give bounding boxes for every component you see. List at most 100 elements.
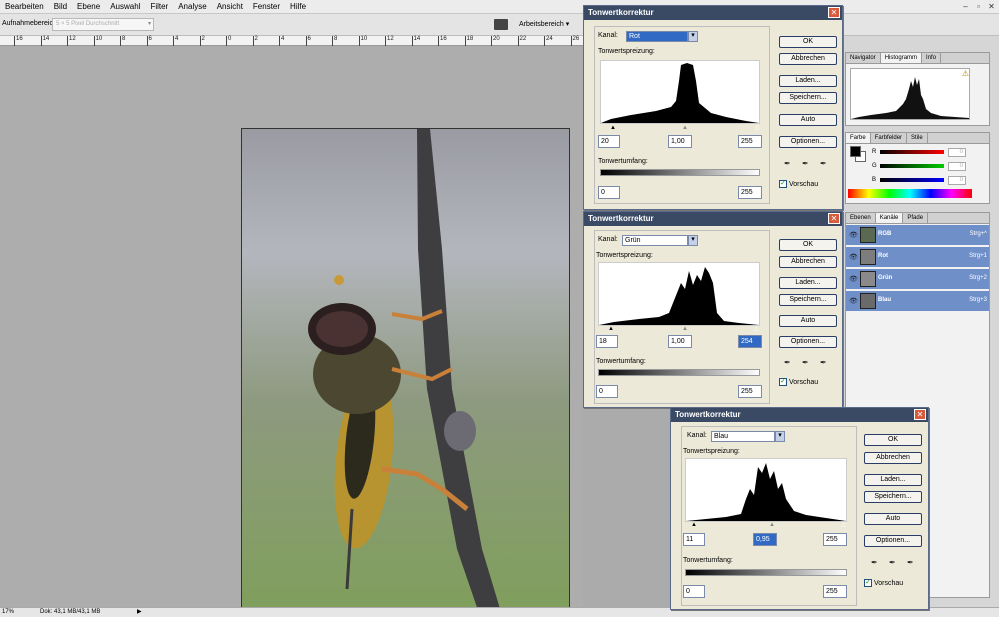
document-image[interactable] (241, 128, 570, 617)
save-button[interactable]: Speichern... (779, 294, 837, 306)
chevron-down-icon[interactable]: ▾ (688, 235, 698, 246)
zoom-level[interactable]: 17% (2, 608, 14, 617)
load-button[interactable]: Laden... (864, 474, 922, 486)
output-black-field[interactable]: 0 (683, 585, 705, 598)
black-eyedropper-icon[interactable]: ✒ (784, 159, 791, 168)
preview-checkbox[interactable]: ✓ Vorschau (779, 378, 818, 386)
chevron-down-icon[interactable]: ▾ (775, 431, 785, 442)
input-gamma-field[interactable]: 1,00 (668, 335, 692, 348)
load-button[interactable]: Laden... (779, 75, 837, 87)
cache-warning-icon[interactable]: ⚠ (962, 69, 969, 78)
black-point-handle[interactable]: ▲ (691, 522, 697, 528)
close-icon[interactable]: ✕ (914, 409, 926, 420)
tab-pfade[interactable]: Pfade (903, 213, 929, 223)
visibility-eye-icon[interactable]: 👁 (849, 253, 858, 261)
workspace-icon[interactable] (494, 19, 508, 30)
tab-histogramm[interactable]: Histogramm (880, 53, 923, 63)
ok-button[interactable]: OK (779, 239, 837, 251)
green-value[interactable]: 0 (948, 161, 966, 171)
visibility-eye-icon[interactable]: 👁 (849, 297, 858, 305)
save-button[interactable]: Speichern... (864, 491, 922, 503)
gamma-handle[interactable]: ▲ (682, 125, 688, 131)
auto-button[interactable]: Auto (779, 114, 837, 126)
input-levels-slider[interactable]: ▲ ▲ △ (600, 125, 760, 131)
tab-farbfelder[interactable]: Farbfelder (871, 133, 908, 143)
channel-select[interactable]: Grün (622, 235, 688, 246)
blue-slider[interactable] (880, 178, 944, 182)
close-icon[interactable]: ✕ (828, 7, 840, 18)
foreground-color-swatch[interactable] (850, 146, 861, 157)
menu-item-ebene[interactable]: Ebene (72, 0, 105, 14)
options-button[interactable]: Optionen... (779, 336, 837, 348)
input-levels-slider[interactable]: ▲ ▲ △ (598, 326, 760, 332)
menu-item-filter[interactable]: Filter (145, 0, 173, 14)
white-point-handle[interactable]: △ (754, 326, 759, 332)
menu-item-analyse[interactable]: Analyse (173, 0, 211, 14)
close-icon[interactable]: ✕ (828, 213, 840, 224)
output-gradient-slider[interactable] (598, 369, 760, 376)
red-value[interactable]: 0 (948, 147, 966, 157)
tab-stile[interactable]: Stile (907, 133, 928, 143)
output-gradient-slider[interactable] (685, 569, 847, 576)
white-eyedropper-icon[interactable]: ✒ (820, 358, 827, 367)
input-black-field[interactable]: 18 (596, 335, 618, 348)
tab-info[interactable]: Info (922, 53, 942, 63)
tab-ebenen[interactable]: Ebenen (846, 213, 876, 223)
visibility-eye-icon[interactable]: 👁 (849, 231, 858, 239)
input-black-field[interactable]: 20 (598, 135, 620, 148)
visibility-eye-icon[interactable]: 👁 (849, 275, 858, 283)
minimize-button[interactable]: – (960, 1, 971, 12)
auto-button[interactable]: Auto (779, 315, 837, 327)
channel-row-gruen[interactable]: 👁 Grün Strg+2 (846, 269, 989, 290)
menu-item-ansicht[interactable]: Ansicht (212, 0, 248, 14)
output-gradient-slider[interactable] (600, 169, 760, 176)
input-gamma-field[interactable]: 0,95 (753, 533, 777, 546)
input-white-field[interactable]: 255 (823, 533, 847, 546)
ok-button[interactable]: OK (864, 434, 922, 446)
black-eyedropper-icon[interactable]: ✒ (871, 558, 878, 567)
input-white-field[interactable]: 254 (738, 335, 762, 348)
gray-eyedropper-icon[interactable]: ✒ (802, 159, 809, 168)
blue-value[interactable]: 0 (948, 175, 966, 185)
close-window-button[interactable]: ✕ (986, 1, 997, 12)
red-slider[interactable] (880, 150, 944, 154)
status-menu-arrow[interactable]: ▶ (137, 608, 142, 617)
menu-item-bild[interactable]: Bild (49, 0, 72, 14)
ok-button[interactable]: OK (779, 36, 837, 48)
menu-item-hilfe[interactable]: Hilfe (285, 0, 311, 14)
options-button[interactable]: Optionen... (864, 535, 922, 547)
workspace-menu[interactable]: Arbeitsbereich ▾ (519, 20, 569, 28)
menu-item-fenster[interactable]: Fenster (248, 0, 285, 14)
auto-button[interactable]: Auto (864, 513, 922, 525)
white-point-handle[interactable]: △ (755, 125, 760, 131)
save-button[interactable]: Speichern... (779, 92, 837, 104)
load-button[interactable]: Laden... (779, 277, 837, 289)
white-point-handle[interactable]: △ (841, 522, 846, 528)
chevron-down-icon[interactable]: ▾ (688, 31, 698, 42)
cancel-button[interactable]: Abbrechen (864, 452, 922, 464)
channel-row-rgb[interactable]: 👁 RGB Strg+^ (846, 225, 989, 246)
preview-checkbox[interactable]: ✓ Vorschau (864, 579, 903, 587)
black-point-handle[interactable]: ▲ (608, 326, 614, 332)
preview-checkbox[interactable]: ✓ Vorschau (779, 180, 818, 188)
output-white-field[interactable]: 255 (823, 585, 847, 598)
input-gamma-field[interactable]: 1,00 (668, 135, 692, 148)
black-point-handle[interactable]: ▲ (610, 125, 616, 131)
gamma-handle[interactable]: ▲ (682, 326, 688, 332)
channel-select[interactable]: Blau (711, 431, 775, 442)
checkbox-check-icon[interactable]: ✓ (779, 378, 787, 386)
input-white-field[interactable]: 255 (738, 135, 762, 148)
options-button[interactable]: Optionen... (779, 136, 837, 148)
output-white-field[interactable]: 255 (738, 186, 762, 199)
menu-item-auswahl[interactable]: Auswahl (105, 0, 145, 14)
color-spectrum-bar[interactable] (848, 189, 972, 198)
input-levels-slider[interactable]: ▲ ▲ △ (685, 522, 847, 528)
cancel-button[interactable]: Abbrechen (779, 53, 837, 65)
output-white-field[interactable]: 255 (738, 385, 762, 398)
output-black-field[interactable]: 0 (596, 385, 618, 398)
channel-row-rot[interactable]: 👁 Rot Strg+1 (846, 247, 989, 268)
gamma-handle[interactable]: ▲ (769, 522, 775, 528)
tab-navigator[interactable]: Navigator (846, 53, 881, 63)
white-eyedropper-icon[interactable]: ✒ (820, 159, 827, 168)
output-black-field[interactable]: 0 (598, 186, 620, 199)
